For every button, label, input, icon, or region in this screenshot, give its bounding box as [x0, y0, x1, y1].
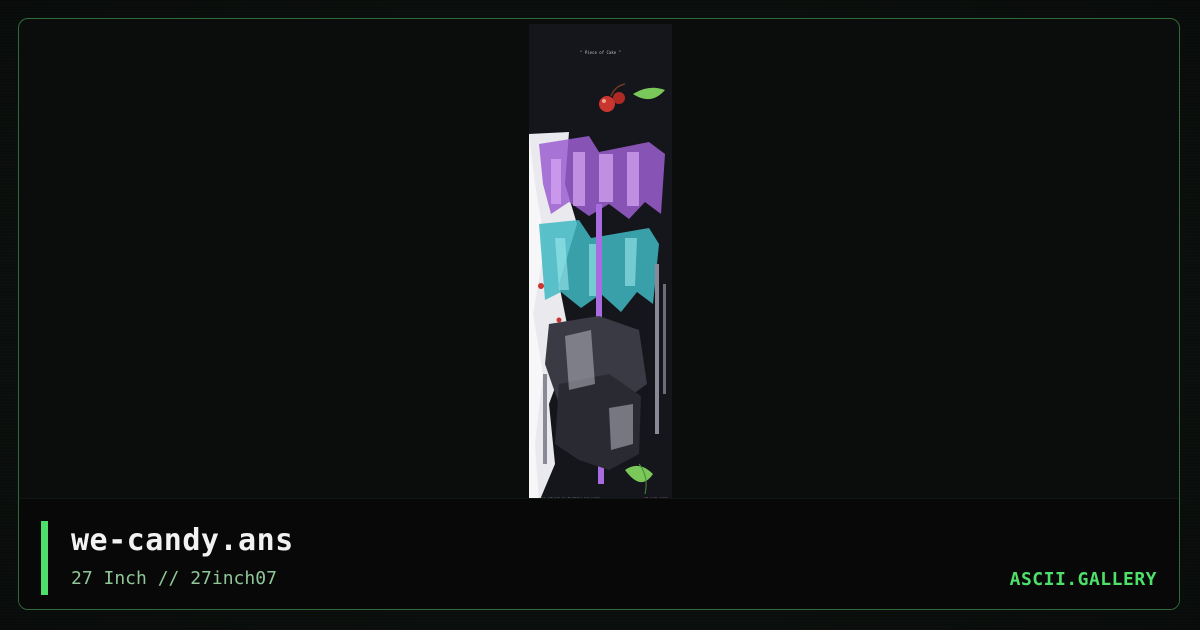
ansi-art-image	[529, 24, 672, 502]
accent-bar	[41, 521, 48, 595]
file-info-bar: we-candy.ans 27 Inch // 27inch07 ASCII.G…	[19, 498, 1179, 609]
artwork-preview[interactable]: " Piece of Cake " -- ansi artwork by fuc…	[529, 24, 672, 502]
site-brand-link[interactable]: ASCII.GALLERY	[1010, 569, 1157, 590]
file-name[interactable]: we-candy.ans	[71, 523, 294, 558]
preview-card: " Piece of Cake " -- ansi artwork by fuc…	[18, 18, 1180, 610]
artist-group-label[interactable]: 27 Inch // 27inch07	[71, 568, 277, 589]
artwork-inner-title: " Piece of Cake "	[580, 50, 621, 55]
